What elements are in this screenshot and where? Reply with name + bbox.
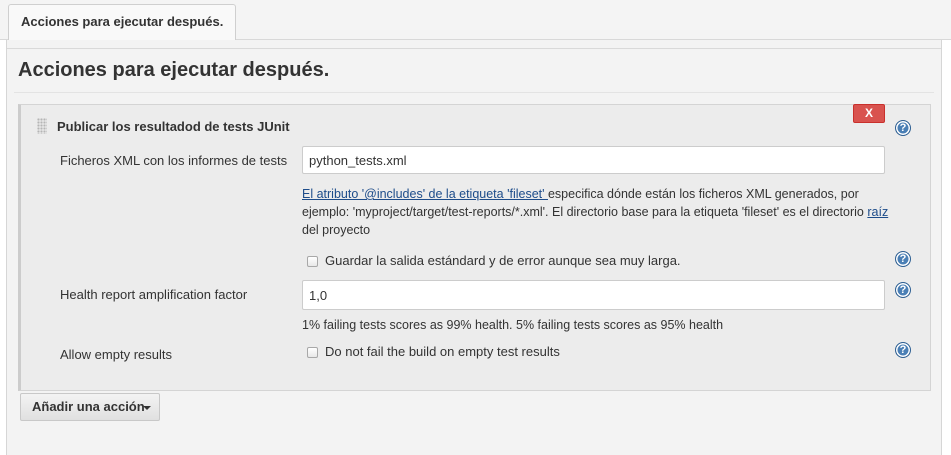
keep-long-stdio-label[interactable]: Guardar la salida estándard y de error a… [325,253,681,268]
post-build-panel: Acciones para ejecutar después. Publicar… [6,40,942,455]
drag-handle-icon[interactable] [37,118,47,134]
caret-down-icon [143,406,151,410]
xml-files-help-text: El atributo '@includes' de la etiqueta '… [302,185,892,239]
root-directory-link[interactable]: raíz [867,205,888,219]
fileset-includes-link[interactable]: El atributo '@includes' de la etiqueta '… [302,187,548,201]
health-factor-input[interactable] [302,280,885,310]
allow-empty-label: Allow empty results [60,347,172,362]
divider [7,48,941,49]
allow-empty-checkbox-label[interactable]: Do not fail the build on empty test resu… [325,344,560,359]
help-icon[interactable]: ? [895,282,911,298]
help-icon[interactable]: ? [895,342,911,358]
xml-files-label: Ficheros XML con los informes de tests [60,153,288,168]
help-text-tail: del proyecto [302,223,371,237]
delete-step-button[interactable]: X [853,104,885,123]
allow-empty-checkbox[interactable] [307,347,318,358]
tab-post-build-actions[interactable]: Acciones para ejecutar después. [8,4,237,41]
keep-long-stdio-checkbox[interactable] [307,256,318,267]
block-title: Publicar los resultadod de tests JUnit [57,119,290,134]
xml-files-input[interactable] [302,146,885,174]
divider [14,92,934,93]
add-post-build-action-button[interactable]: Añadir una acción [20,393,160,421]
section-title: Acciones para ejecutar después. [18,59,330,81]
junit-publisher-block: Publicar los resultadod de tests JUnit X… [18,104,931,391]
health-factor-help-text: 1% failing tests scores as 99% health. 5… [302,318,724,332]
help-icon[interactable]: ? [895,120,911,136]
help-icon[interactable]: ? [895,251,911,267]
health-factor-label: Health report amplification factor [60,287,248,302]
tab-bar: Acciones para ejecutar después. [0,0,951,41]
add-action-label: Añadir una acción [32,399,145,414]
